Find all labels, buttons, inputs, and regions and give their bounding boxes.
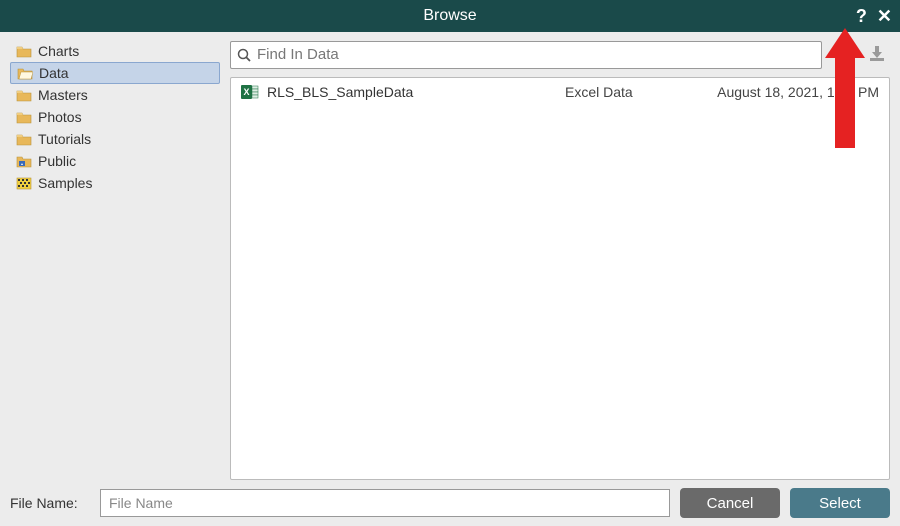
folder-open-icon bbox=[17, 66, 33, 80]
select-button[interactable]: Select bbox=[790, 488, 890, 518]
sidebar-item-public[interactable]: Public bbox=[10, 150, 220, 172]
sidebar-item-label: Public bbox=[38, 153, 76, 169]
cancel-button[interactable]: Cancel bbox=[680, 488, 780, 518]
download-button[interactable] bbox=[864, 40, 890, 69]
file-list: X RLS_BLS_SampleData Excel Data August 1… bbox=[230, 77, 890, 480]
sidebar-item-photos[interactable]: Photos bbox=[10, 106, 220, 128]
folder-icon bbox=[16, 110, 32, 124]
file-date: August 18, 2021, 1:00 PM bbox=[693, 84, 879, 100]
upload-icon bbox=[832, 42, 854, 64]
help-icon[interactable]: ? bbox=[856, 6, 867, 27]
sidebar-item-tutorials[interactable]: Tutorials bbox=[10, 128, 220, 150]
sidebar-item-label: Tutorials bbox=[38, 131, 91, 147]
sidebar: Charts Data Masters Photos Tutorials bbox=[10, 40, 220, 480]
search-field[interactable] bbox=[230, 41, 822, 69]
titlebar: Browse ? ✕ bbox=[0, 0, 900, 32]
filename-input[interactable] bbox=[100, 489, 670, 517]
upload-button[interactable] bbox=[830, 40, 856, 69]
filename-label: File Name: bbox=[10, 495, 90, 511]
sidebar-item-label: Data bbox=[39, 65, 69, 81]
download-icon bbox=[866, 42, 888, 64]
file-name: RLS_BLS_SampleData bbox=[267, 84, 557, 100]
footer: File Name: Cancel Select bbox=[0, 480, 900, 526]
excel-icon: X bbox=[241, 84, 259, 100]
search-input[interactable] bbox=[255, 45, 815, 64]
dialog-title: Browse bbox=[423, 7, 476, 25]
close-icon[interactable]: ✕ bbox=[877, 6, 892, 27]
folder-icon bbox=[16, 44, 32, 58]
file-row[interactable]: X RLS_BLS_SampleData Excel Data August 1… bbox=[231, 78, 889, 106]
sidebar-item-label: Samples bbox=[38, 175, 92, 191]
folder-icon bbox=[16, 88, 32, 102]
folder-icon bbox=[16, 132, 32, 146]
sidebar-item-samples[interactable]: Samples bbox=[10, 172, 220, 194]
svg-text:X: X bbox=[243, 87, 249, 97]
sidebar-item-label: Charts bbox=[38, 43, 79, 59]
sidebar-item-label: Masters bbox=[38, 87, 88, 103]
search-icon bbox=[237, 48, 251, 62]
file-type: Excel Data bbox=[565, 84, 685, 100]
sidebar-item-masters[interactable]: Masters bbox=[10, 84, 220, 106]
toolbar bbox=[230, 40, 890, 69]
sidebar-item-charts[interactable]: Charts bbox=[10, 40, 220, 62]
sidebar-item-label: Photos bbox=[38, 109, 82, 125]
sidebar-item-data[interactable]: Data bbox=[10, 62, 220, 84]
folder-public-icon bbox=[16, 154, 32, 168]
folder-samples-icon bbox=[16, 176, 32, 190]
